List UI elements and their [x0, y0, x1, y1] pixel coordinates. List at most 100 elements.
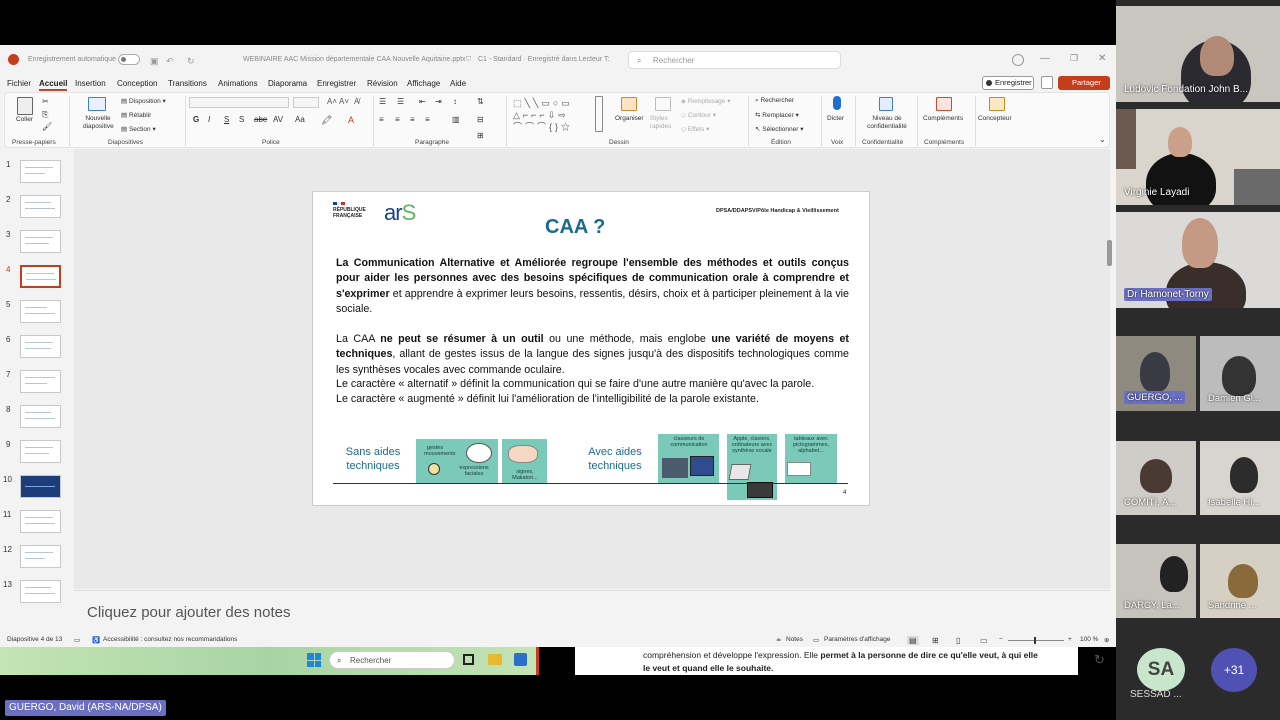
slide-thumbnail-5[interactable] [20, 300, 61, 323]
slide-thumbnail-8[interactable] [20, 405, 61, 428]
reset-button[interactable]: ▤ Rétablir [121, 111, 151, 119]
slide-thumbnail-3[interactable] [20, 230, 61, 253]
spellcheck-icon[interactable]: ▭ [74, 636, 80, 644]
addins-label[interactable]: Compléments [923, 115, 963, 122]
accessibility-status[interactable]: Accessibilité : consultez nos recommanda… [103, 636, 237, 643]
video-tile-comiti[interactable]: COMITI, A... [1116, 441, 1196, 515]
tab-insertion[interactable]: Insertion [75, 79, 106, 88]
notes-pane[interactable]: Cliquez pour ajouter des notes [74, 590, 1110, 632]
highlight-icon[interactable]: 🖍 [321, 115, 332, 126]
designer-label[interactable]: Concepteur [978, 115, 1012, 122]
tab-conception[interactable]: Conception [117, 79, 157, 88]
minimize-icon[interactable]: — [1040, 53, 1050, 64]
record-button[interactable]: Enregistrer [982, 76, 1034, 90]
arrange-label[interactable]: Organiser [615, 115, 644, 122]
align-center-icon[interactable]: ≡ [395, 115, 400, 124]
indent-icon[interactable]: ⇤ [419, 97, 426, 106]
reading-view-icon[interactable]: ▯ [956, 636, 960, 645]
numbering-icon[interactable]: ☰ [397, 97, 404, 106]
participant-avatar[interactable]: SA [1137, 648, 1185, 691]
tab-accueil[interactable]: Accueil [39, 79, 68, 91]
columns-icon[interactable]: ▥ [452, 115, 460, 124]
taskbar-search[interactable]: ⌕ Rechercher [329, 651, 455, 669]
new-slide-label[interactable]: Nouvelle diapositive [83, 115, 114, 131]
video-tile-guergo[interactable]: GUERGO, ... [1116, 336, 1196, 411]
find-button[interactable]: ⌕ Rechercher [755, 97, 794, 105]
video-tile-darcy[interactable]: DARCY, La... [1116, 544, 1196, 618]
new-slide-icon[interactable] [88, 97, 106, 111]
fill-button[interactable]: ◈ Remplissage ▾ [681, 97, 730, 105]
designer-icon[interactable] [989, 97, 1005, 111]
align-left-icon[interactable]: ≡ [379, 115, 384, 124]
slide-thumbnail-10[interactable] [20, 475, 61, 498]
slide-thumbnail-6[interactable] [20, 335, 61, 358]
refresh-icon[interactable]: ↻ [1094, 652, 1105, 668]
spacing-icon[interactable]: AV [273, 115, 283, 124]
slide-canvas[interactable]: RÉPUBLIQUE FRANÇAISE arS DPSA/DDAPSV/Pôle… [312, 191, 870, 506]
font-size-dropdown[interactable] [293, 97, 319, 108]
shapes-gallery[interactable]: ⬚╲╲▭○▭ △⌐⌐⌐⇩⇨ ⌒⌒⌒{}☆ [513, 97, 597, 133]
text-direction-icon[interactable]: ⇅ [477, 97, 484, 106]
tab-diaporama[interactable]: Diaporama [268, 79, 307, 88]
format-painter-icon[interactable]: 🖌 [42, 122, 52, 131]
paste-label[interactable]: Coller [16, 116, 33, 123]
italic-icon[interactable]: I [208, 115, 210, 124]
share-button[interactable]: Partager [1058, 76, 1110, 90]
normal-view-icon[interactable]: ▤ [907, 636, 919, 645]
shadow-icon[interactable]: S [239, 115, 244, 124]
font-family-dropdown[interactable] [189, 97, 289, 108]
smartart-icon[interactable]: ⊞ [477, 131, 484, 140]
classification-label[interactable]: C1 - Standard · Enregistré dans Lecteur … [478, 56, 609, 63]
video-tile-damien[interactable]: Damien Gl... [1200, 336, 1280, 411]
slide-thumbnail-2[interactable] [20, 195, 61, 218]
line-spacing-icon[interactable]: ↕ [453, 97, 457, 106]
notes-toggle[interactable]: Notes [786, 636, 803, 643]
zoom-slider[interactable] [1008, 640, 1064, 641]
close-icon[interactable]: ✕ [1098, 53, 1106, 64]
editor-scrollbar[interactable] [1107, 240, 1112, 266]
tab-enregistrer[interactable]: Enregistrer [317, 79, 356, 88]
slide-thumbnail-12[interactable] [20, 545, 61, 568]
font-color-icon[interactable]: A [348, 115, 354, 125]
autosave-toggle[interactable] [118, 54, 140, 65]
tab-revision[interactable]: Révision [367, 79, 398, 88]
decrease-font-icon[interactable]: A˅ [339, 97, 349, 106]
align-text-icon[interactable]: ⊟ [477, 115, 484, 124]
microphone-icon[interactable] [833, 96, 841, 110]
collapse-ribbon-icon[interactable]: ⌄ [1099, 135, 1106, 144]
sensitivity-icon[interactable] [879, 97, 893, 111]
underline-icon[interactable]: S [224, 115, 229, 124]
maximize-icon[interactable]: ❐ [1070, 53, 1078, 64]
justify-icon[interactable]: ≡ [425, 115, 430, 124]
case-icon[interactable]: Aa [295, 115, 305, 124]
zoom-slider-thumb[interactable] [1034, 637, 1036, 644]
notes-icon[interactable]: ≐ [776, 636, 781, 644]
increase-font-icon[interactable]: A˄ [327, 97, 337, 106]
tab-transitions[interactable]: Transitions [168, 79, 207, 88]
app-taskbar-icon[interactable] [514, 653, 527, 666]
align-right-icon[interactable]: ≡ [410, 115, 415, 124]
slide-thumbnail-4[interactable] [20, 265, 61, 288]
bold-icon[interactable]: G [193, 115, 199, 124]
dictate-label[interactable]: Dicter [827, 115, 844, 122]
outdent-icon[interactable]: ⇥ [435, 97, 442, 106]
select-button[interactable]: ↖ Sélectionner ▾ [755, 125, 803, 133]
copy-icon[interactable]: ⎘ [42, 110, 48, 120]
quick-styles-label[interactable]: Styles rapides [650, 115, 674, 131]
tab-aide[interactable]: Aide [450, 79, 466, 88]
tab-affichage[interactable]: Affichage [407, 79, 440, 88]
zoom-in-icon[interactable]: + [1068, 636, 1072, 643]
slide-thumbnail-9[interactable] [20, 440, 61, 463]
display-settings-icon[interactable]: ▭ [813, 636, 819, 644]
layout-button[interactable]: ▤ Disposition ▾ [121, 97, 166, 105]
slide-thumbnail-11[interactable] [20, 510, 61, 533]
tab-animations[interactable]: Animations [218, 79, 258, 88]
tab-fichier[interactable]: Fichier [7, 79, 31, 88]
save-icon[interactable]: ▣ [150, 56, 159, 67]
slide-thumbnail-7[interactable] [20, 370, 61, 393]
outline-button[interactable]: ◇ Contour ▾ [681, 111, 716, 119]
video-tile-ludovic[interactable]: Ludovic Fondation John B... [1116, 6, 1280, 102]
replace-button[interactable]: ⇆ Remplacer ▾ [755, 111, 799, 119]
slide-thumbnail-13[interactable] [20, 580, 61, 603]
clear-format-icon[interactable]: A̸ [354, 97, 359, 106]
